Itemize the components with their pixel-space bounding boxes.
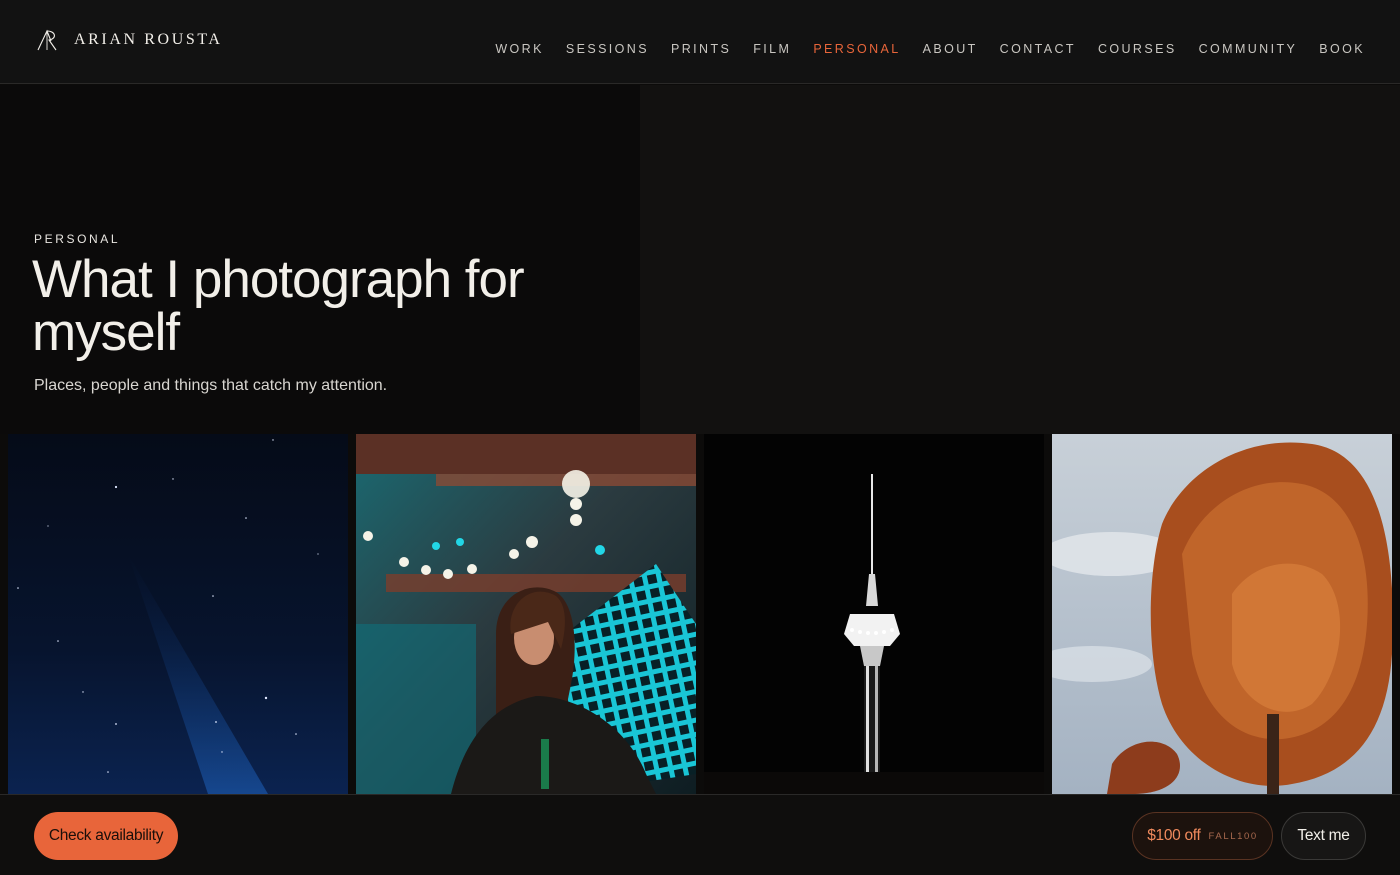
nav-item-community[interactable]: COMMUNITY bbox=[1199, 41, 1298, 57]
gallery-photo-tower-night[interactable] bbox=[704, 434, 1044, 794]
nav-item-personal[interactable]: PERSONAL bbox=[813, 41, 900, 57]
check-availability-button[interactable]: Check availability bbox=[34, 812, 178, 860]
brand-name: ARIAN ROUSTA bbox=[74, 31, 223, 48]
text-me-button[interactable]: Text me bbox=[1281, 812, 1366, 860]
nav-item-about[interactable]: ABOUT bbox=[923, 41, 978, 57]
nav-item-film[interactable]: FILM bbox=[753, 41, 791, 57]
promo-button[interactable]: $100 off FALL100 bbox=[1132, 812, 1273, 860]
promo-code: FALL100 bbox=[1208, 830, 1258, 842]
page-eyebrow: PERSONAL bbox=[34, 232, 121, 246]
brand-logo[interactable]: ARIAN ROUSTA bbox=[36, 29, 223, 51]
hero-right-panel bbox=[640, 85, 1400, 434]
nav-item-contact[interactable]: CONTACT bbox=[1000, 41, 1076, 57]
bottom-action-bar: Check availability $100 off FALL100 Text… bbox=[0, 794, 1400, 875]
nav-item-sessions[interactable]: SESSIONS bbox=[566, 41, 649, 57]
gallery-photo-woman-bar[interactable] bbox=[356, 434, 696, 794]
photo-gallery bbox=[0, 434, 1400, 794]
gallery-photo-night-sky[interactable] bbox=[8, 434, 348, 794]
promo-label: $100 off bbox=[1147, 827, 1201, 844]
ar-monogram-icon bbox=[37, 29, 57, 51]
nav-item-prints[interactable]: PRINTS bbox=[671, 41, 731, 57]
hero-section: PERSONAL What I photograph for myself Pl… bbox=[0, 85, 1400, 434]
nav-item-courses[interactable]: COURSES bbox=[1098, 41, 1177, 57]
page-subtitle: Places, people and things that catch my … bbox=[34, 377, 388, 394]
nav-item-book[interactable]: BOOK bbox=[1319, 41, 1365, 57]
main-nav: WORK SESSIONS PRINTS FILM PERSONAL ABOUT… bbox=[473, 41, 1365, 57]
page-title: What I photograph for myself bbox=[32, 250, 525, 362]
gallery-photo-autumn-tree[interactable] bbox=[1052, 434, 1392, 794]
site-header: ARIAN ROUSTA WORK SESSIONS PRINTS FILM P… bbox=[0, 0, 1400, 84]
nav-item-work[interactable]: WORK bbox=[495, 41, 544, 57]
